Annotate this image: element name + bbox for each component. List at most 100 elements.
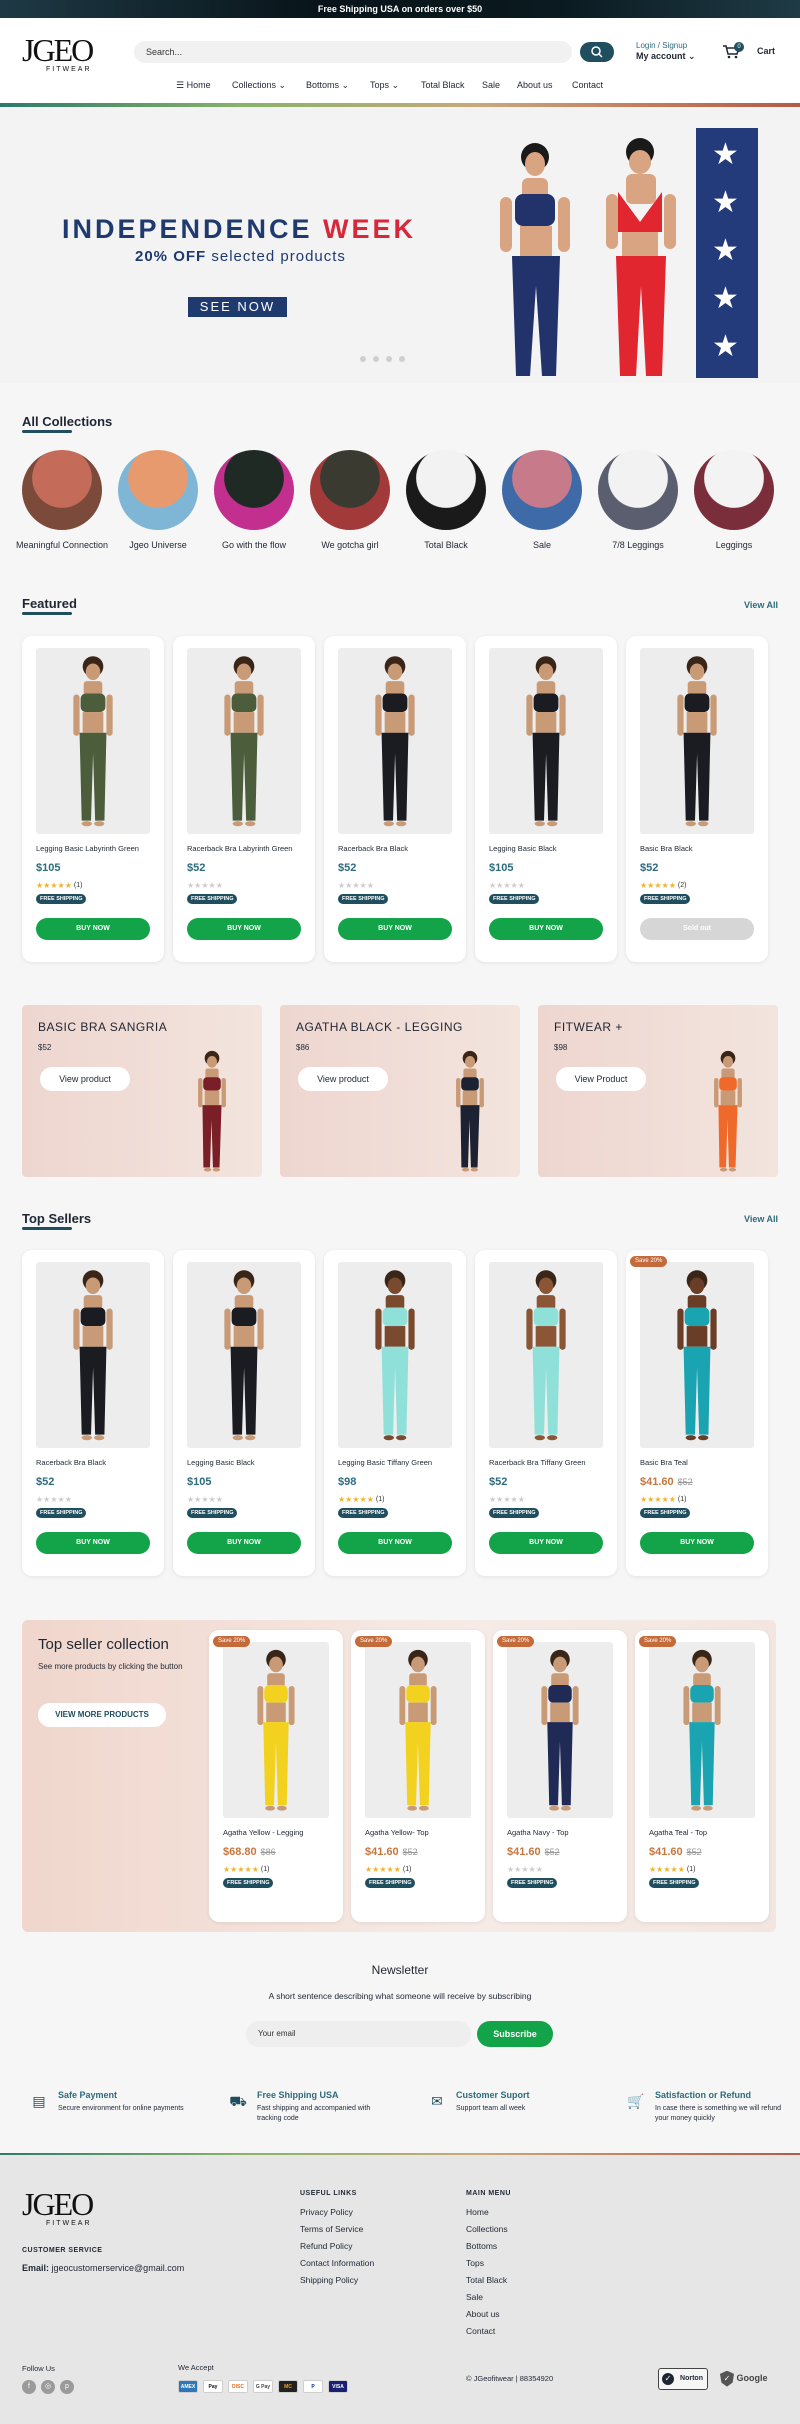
facebook-icon[interactable]: f: [22, 2380, 36, 2394]
product-card[interactable]: Save 20% Basic Bra Teal $41.60 $52 ★★★★★ (1) F…: [626, 1250, 768, 1576]
product-name[interactable]: Agatha Teal - Top: [649, 1828, 755, 1837]
pinterest-icon[interactable]: p: [60, 2380, 74, 2394]
promo-banner[interactable]: BASIC BRA SANGRIA $52 View product: [22, 1005, 262, 1177]
collection-item[interactable]: Go with the flow: [206, 450, 302, 551]
subscribe-button[interactable]: Subscribe: [477, 2021, 553, 2047]
product-name[interactable]: Basic Bra Black: [640, 844, 754, 853]
footer-menu-link[interactable]: Total Black: [466, 2272, 508, 2289]
search-input[interactable]: Search...: [134, 41, 572, 63]
buy-now-button[interactable]: BUY NOW: [187, 918, 301, 940]
buy-now-button[interactable]: BUY NOW: [489, 918, 603, 940]
hero-cta-button[interactable]: SEE NOW: [188, 297, 287, 317]
product-name[interactable]: Racerback Bra Labyrinth Green: [187, 844, 301, 853]
buy-now-button[interactable]: BUY NOW: [36, 1532, 150, 1554]
product-name[interactable]: Racerback Bra Black: [338, 844, 452, 853]
product-image[interactable]: [649, 1642, 755, 1818]
nav-about[interactable]: About us: [517, 80, 553, 94]
view-product-button[interactable]: View product: [40, 1067, 130, 1091]
product-card[interactable]: Racerback Bra Labyrinth Green $52 ★★★★★ FRE…: [173, 636, 315, 962]
nav-bottoms[interactable]: Bottoms ⌄: [306, 80, 349, 94]
view-product-button[interactable]: View Product: [556, 1067, 646, 1091]
footer-menu-link[interactable]: Collections: [466, 2221, 508, 2238]
product-card[interactable]: Save 20% Agatha Yellow - Legging $68.80 $86…: [209, 1630, 343, 1922]
footer-link[interactable]: Privacy Policy: [300, 2204, 374, 2221]
collection-item[interactable]: Sale: [494, 450, 590, 551]
product-name[interactable]: Agatha Yellow - Legging: [223, 1828, 329, 1837]
collection-item[interactable]: We gotcha girl: [302, 450, 398, 551]
product-name[interactable]: Legging Basic Labyrinth Green: [36, 844, 150, 853]
product-card[interactable]: Racerback Bra Tiffany Green $52 ★★★★★ FREE …: [475, 1250, 617, 1576]
footer-menu-link[interactable]: Bottoms: [466, 2238, 508, 2255]
product-image[interactable]: [223, 1642, 329, 1818]
nav-total-black[interactable]: Total Black: [421, 80, 465, 94]
product-image[interactable]: [338, 1262, 452, 1448]
product-image[interactable]: [640, 648, 754, 834]
footer-menu-link[interactable]: Tops: [466, 2255, 508, 2272]
footer-menu-link[interactable]: Sale: [466, 2289, 508, 2306]
slider-dot[interactable]: [399, 356, 405, 362]
product-card[interactable]: Legging Basic Black $105 ★★★★★ FREE SHIPPIN…: [475, 636, 617, 962]
product-card[interactable]: Racerback Bra Black $52 ★★★★★ FREE SHIPPING…: [22, 1250, 164, 1576]
product-image[interactable]: [489, 648, 603, 834]
nav-home[interactable]: ☰ Home: [176, 80, 211, 94]
footer-menu-link[interactable]: Contact: [466, 2323, 508, 2340]
nav-tops[interactable]: Tops ⌄: [370, 80, 399, 94]
product-image[interactable]: [507, 1642, 613, 1818]
product-card[interactable]: Save 20% Agatha Teal - Top $41.60 $52 ★★★★★(…: [635, 1630, 769, 1922]
buy-now-button[interactable]: BUY NOW: [338, 918, 452, 940]
product-image[interactable]: [338, 648, 452, 834]
product-image[interactable]: [187, 1262, 301, 1448]
footer-logo[interactable]: JGEO FITWEAR: [22, 2188, 94, 2227]
product-card[interactable]: Basic Bra Black $52 ★★★★★ (2) FREE SHIPPING S…: [626, 636, 768, 962]
product-card[interactable]: Legging Basic Black $105 ★★★★★ FREE SHIPPIN…: [173, 1250, 315, 1576]
buy-now-button[interactable]: BUY NOW: [187, 1532, 301, 1554]
footer-link[interactable]: Terms of Service: [300, 2221, 374, 2238]
buy-now-button[interactable]: BUY NOW: [36, 918, 150, 940]
top-sellers-view-all-link[interactable]: View All: [744, 1214, 778, 1224]
product-name[interactable]: Racerback Bra Tiffany Green: [489, 1458, 603, 1467]
search-button[interactable]: [580, 42, 614, 62]
product-image[interactable]: [640, 1262, 754, 1448]
product-name[interactable]: Legging Basic Black: [187, 1458, 301, 1467]
promo-banner[interactable]: FITWEAR + $98 View Product: [538, 1005, 778, 1177]
nav-sale[interactable]: Sale: [482, 80, 500, 94]
collection-item[interactable]: Total Black: [398, 450, 494, 551]
product-card[interactable]: Save 20% Agatha Yellow- Top $41.60 $52 ★★★★★…: [351, 1630, 485, 1922]
collection-item[interactable]: Jgeo Universe: [110, 450, 206, 551]
product-image[interactable]: [365, 1642, 471, 1818]
slider-dot[interactable]: [386, 356, 392, 362]
view-more-products-button[interactable]: VIEW MORE PRODUCTS: [38, 1703, 166, 1727]
featured-view-all-link[interactable]: View All: [744, 600, 778, 610]
buy-now-button[interactable]: BUY NOW: [338, 1532, 452, 1554]
product-image[interactable]: [36, 648, 150, 834]
logo[interactable]: JGEO FITWEAR: [22, 34, 94, 73]
instagram-icon[interactable]: ◎: [41, 2380, 55, 2394]
view-product-button[interactable]: View product: [298, 1067, 388, 1091]
footer-email[interactable]: Email: jgeocustomerservice@gmail.com: [22, 2263, 184, 2273]
collection-item[interactable]: 7/8 Leggings: [590, 450, 686, 551]
cart-label[interactable]: Cart: [757, 46, 775, 56]
product-name[interactable]: Basic Bra Teal: [640, 1458, 754, 1467]
slider-dot[interactable]: [360, 356, 366, 362]
footer-menu-link[interactable]: Home: [466, 2204, 508, 2221]
buy-now-button[interactable]: BUY NOW: [640, 1532, 754, 1554]
collection-item[interactable]: Meaningful Connection: [14, 450, 110, 551]
login-link[interactable]: Login / Signup: [636, 41, 687, 50]
product-name[interactable]: Agatha Navy - Top: [507, 1828, 613, 1837]
product-card[interactable]: Save 20% Agatha Navy - Top $41.60 $52 ★★★★★ F…: [493, 1630, 627, 1922]
footer-menu-link[interactable]: About us: [466, 2306, 508, 2323]
product-name[interactable]: Legging Basic Tiffany Green: [338, 1458, 452, 1467]
product-name[interactable]: Racerback Bra Black: [36, 1458, 150, 1467]
product-image[interactable]: [489, 1262, 603, 1448]
product-image[interactable]: [36, 1262, 150, 1448]
footer-link[interactable]: Refund Policy: [300, 2238, 374, 2255]
product-card[interactable]: Racerback Bra Black $52 ★★★★★ FREE SHIPPING…: [324, 636, 466, 962]
nav-contact[interactable]: Contact: [572, 80, 603, 94]
footer-link[interactable]: Shipping Policy: [300, 2272, 374, 2289]
buy-now-button[interactable]: BUY NOW: [489, 1532, 603, 1554]
footer-link[interactable]: Contact Information: [300, 2255, 374, 2272]
product-card[interactable]: Legging Basic Labyrinth Green $105 ★★★★★ (1…: [22, 636, 164, 962]
account-menu[interactable]: My account ⌄: [636, 51, 696, 62]
product-name[interactable]: Agatha Yellow- Top: [365, 1828, 471, 1837]
collection-item[interactable]: Leggings: [686, 450, 782, 551]
